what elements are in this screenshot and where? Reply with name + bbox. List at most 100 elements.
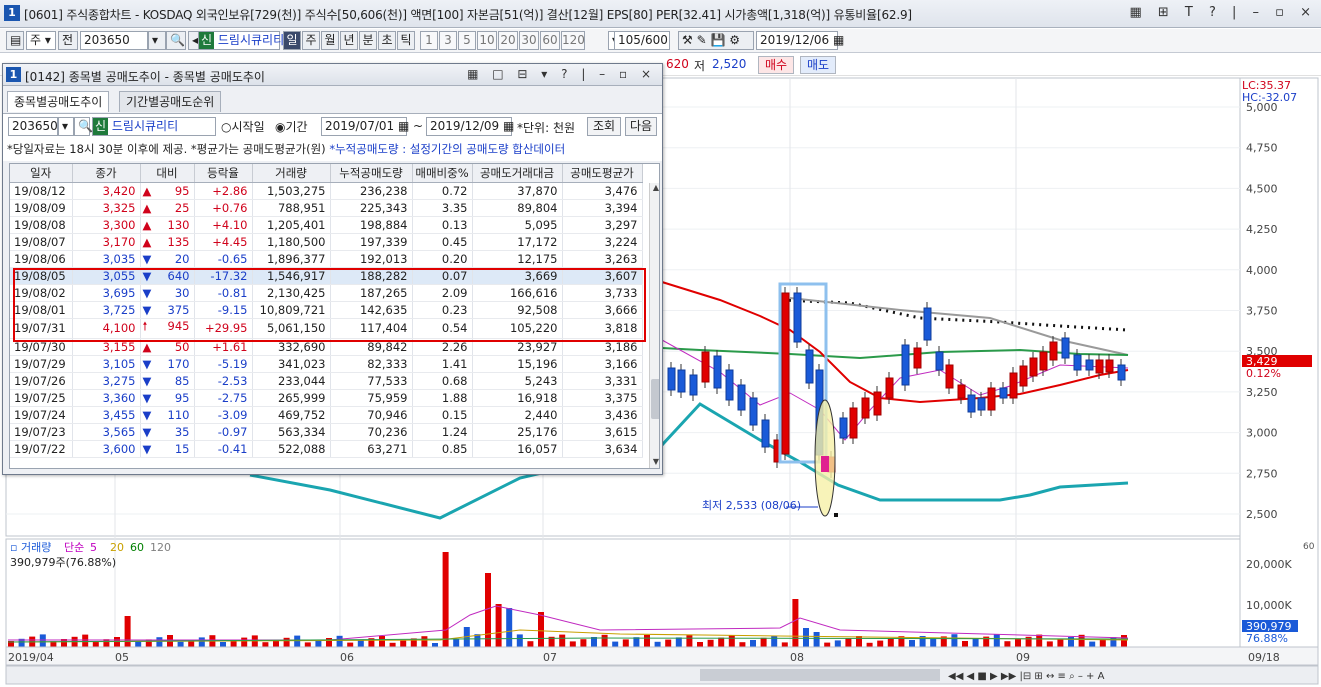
popup-code-dropdown-icon[interactable]: ▾ — [58, 117, 74, 136]
table-cell: -5.19 — [194, 355, 253, 373]
date-input[interactable]: 2019/12/06 ▦ — [756, 31, 844, 50]
candle — [667, 367, 676, 391]
table-row[interactable]: 19/07/22 3,600 ▼ 15 -0.41 522,088 63,271 0.85 16… — [10, 440, 643, 458]
table-cell: 82,333 — [330, 355, 413, 373]
volume-bar — [39, 634, 46, 647]
window-controls[interactable]: ▦ ⊞ T ? | – ▫ × — [1129, 5, 1317, 20]
tilde: ~ — [413, 119, 424, 133]
volume-bar — [866, 642, 873, 647]
sell-button[interactable]: 매도 — [800, 56, 836, 74]
table-row[interactable]: 19/08/12 3,420 ▲ 95 +2.86 1,503,275 236,238 0.7… — [10, 182, 643, 200]
table-row[interactable]: 19/08/06 3,035 ▼ 20 -0.65 1,896,377 192,013 0.2… — [10, 250, 643, 268]
candle — [913, 347, 922, 369]
low-label: 저 — [694, 59, 706, 73]
layout-icon[interactable]: ▤ — [6, 31, 24, 50]
table-row[interactable]: 19/07/24 3,455 ▼ 110 -3.09 469,752 70,946 0.15 2… — [10, 406, 643, 424]
volume-value: 390,979주(76.88%) — [10, 556, 116, 569]
minute-20[interactable]: 20 — [498, 31, 518, 50]
period-0[interactable]: 일 — [283, 31, 301, 50]
column-header[interactable]: 매매비중% — [412, 164, 473, 183]
table-cell: ▲ 25 — [140, 199, 195, 217]
popup-search-icon[interactable]: 🔍 — [74, 117, 93, 136]
tool-icons[interactable]: ⚒ ✎ 💾 ⚙ — [678, 31, 754, 50]
popup-title-bar: 1 [0142] 종목별 공매도추이 - 종목별 공매도추이 ▦ □ ⊟ ▾ ?… — [3, 64, 662, 86]
minute-1[interactable]: 1 — [420, 31, 438, 50]
tab-by-period[interactable]: 기간별공매도순위 — [119, 91, 222, 112]
buy-button[interactable]: 매수 — [758, 56, 794, 74]
minute-10[interactable]: 10 — [477, 31, 497, 50]
table-cell: 19/07/23 — [10, 423, 73, 441]
minute-5[interactable]: 5 — [458, 31, 476, 50]
volume-bar — [379, 636, 385, 647]
mode-select[interactable]: 주 ▾ — [26, 31, 56, 50]
table-cell: 1.88 — [412, 389, 473, 407]
volume-bar — [527, 641, 534, 647]
period-3[interactable]: 년 — [340, 31, 358, 50]
minute-3[interactable]: 3 — [439, 31, 457, 50]
popup-number-badge: 1 — [6, 67, 21, 82]
table-row[interactable]: 19/08/08 3,300 ▲ 130 +4.10 1,205,401 198,884 0.… — [10, 216, 643, 234]
tab-by-stock[interactable]: 종목별공매도추이 — [7, 91, 110, 112]
column-header[interactable]: 공매도거래대금 — [472, 164, 563, 183]
table-row[interactable]: 19/08/07 3,170 ▲ 135 +4.45 1,180,500 197,339 0.… — [10, 233, 643, 251]
candle — [967, 394, 976, 413]
table-cell: 469,752 — [252, 406, 331, 424]
radio-start-date[interactable]: ○시작일 — [221, 118, 265, 135]
radio-period[interactable]: ◉기간 — [275, 118, 308, 135]
prev-button[interactable]: 전 — [58, 31, 78, 50]
column-header[interactable]: 누적공매도량 — [330, 164, 413, 183]
volume-pct: 76.88% — [1246, 632, 1288, 645]
table-row[interactable]: 19/08/09 3,325 ▲ 25 +0.76 788,951 225,343 3.35 8… — [10, 199, 643, 217]
candle — [1085, 359, 1094, 371]
minute-120[interactable]: 120 — [561, 31, 585, 50]
date-tick: 09/18 — [1248, 651, 1280, 664]
period-2[interactable]: 월 — [321, 31, 339, 50]
dropdown-icon[interactable]: ▾ — [148, 31, 166, 50]
column-header[interactable]: 일자 — [10, 164, 73, 183]
table-cell: 1,896,377 — [252, 250, 331, 268]
candle — [1073, 354, 1082, 371]
scrollbar-thumb[interactable] — [651, 379, 659, 419]
candle — [923, 307, 932, 341]
column-header[interactable]: 등락율 — [194, 164, 253, 183]
stock-name-field[interactable]: 신 드림시큐리티 — [198, 31, 284, 50]
table-cell: 341,023 — [252, 355, 331, 373]
popup-code-input[interactable]: 203650 — [8, 117, 58, 136]
period-5[interactable]: 초 — [378, 31, 396, 50]
column-header[interactable]: 종가 — [72, 164, 141, 183]
table-row[interactable]: 19/07/29 3,105 ▼ 170 -5.19 341,023 82,333 1.41 1… — [10, 355, 643, 373]
end-date-input[interactable]: 2019/12/09 ▦ — [426, 117, 514, 136]
period-6[interactable]: 틱 — [397, 31, 415, 50]
period-4[interactable]: 분 — [359, 31, 377, 50]
count-input[interactable]: 105/600 — [614, 31, 670, 50]
period-1[interactable]: 주 — [302, 31, 320, 50]
price-tick: 3,250 — [1246, 386, 1278, 399]
minute-60[interactable]: 60 — [540, 31, 560, 50]
volume-bar — [156, 637, 163, 647]
down-arrow-icon: ▼ — [142, 390, 152, 405]
query-button[interactable]: 조회 — [587, 117, 621, 136]
column-header[interactable]: 대비 — [140, 164, 195, 183]
table-row[interactable]: 19/07/23 3,565 ▼ 35 -0.97 563,334 70,236 1.24 25… — [10, 423, 643, 441]
volume-bar — [92, 641, 99, 647]
popup-stock-name[interactable]: 신 드림시큐리티 — [92, 117, 216, 136]
table-row[interactable]: 19/07/25 3,360 ▼ 95 -2.75 265,999 75,959 1.88 16… — [10, 389, 643, 407]
bottom-scrollbar — [5, 665, 1319, 685]
candle — [1029, 357, 1038, 377]
column-header[interactable]: 거래량 — [252, 164, 331, 183]
column-header[interactable]: 공매도평균가 — [562, 164, 643, 183]
volume-bar — [834, 640, 841, 647]
volume-ma-period: 20 — [110, 541, 124, 554]
price-tick: 3,750 — [1246, 305, 1278, 318]
volume-bar — [654, 641, 661, 647]
minute-30[interactable]: 30 — [519, 31, 539, 50]
table-cell: -2.53 — [194, 372, 253, 390]
next-button[interactable]: 다음 — [625, 117, 657, 136]
popup-controls[interactable]: ▦ □ ⊟ ▾ ? | – ▫ × — [467, 67, 656, 81]
table-row[interactable]: 19/07/26 3,275 ▼ 85 -2.53 233,044 77,533 0.68 5,… — [10, 372, 643, 390]
notice-blue-text: *누적공매도량 : 설정기간의 공매도량 합산데이터 — [329, 142, 566, 156]
start-date-input[interactable]: 2019/07/01 ▦ — [321, 117, 409, 136]
search-icon[interactable]: 🔍 — [166, 31, 186, 50]
table-scrollbar[interactable]: ▲ ▼ — [649, 183, 659, 468]
stock-code-input[interactable]: 203650 — [80, 31, 148, 50]
